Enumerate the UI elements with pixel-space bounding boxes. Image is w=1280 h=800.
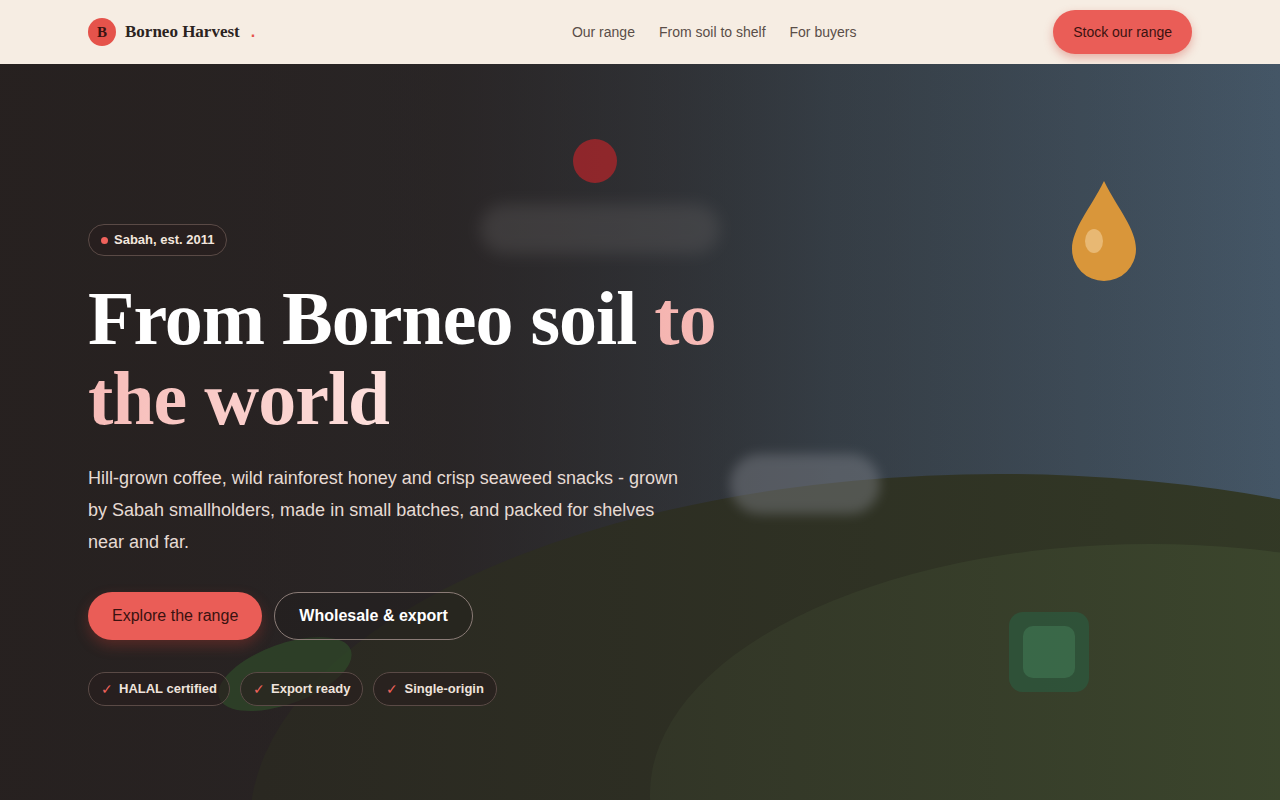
hero-content: Sabah, est. 2011 From Borneo soil to the …: [0, 64, 1280, 706]
trust-chip: ✓Export ready: [240, 672, 363, 706]
nav-link[interactable]: From soil to shelf: [659, 22, 766, 43]
nav-links: Our range From soil to shelf For buyers: [572, 22, 857, 43]
wholesale-button[interactable]: Wholesale & export: [274, 592, 472, 640]
brand-name: Borneo Harvest: [125, 19, 240, 45]
honey-drop-icon: [1070, 179, 1138, 283]
check-icon: ✓: [253, 679, 265, 700]
origin-badge: Sabah, est. 2011: [88, 224, 227, 256]
trust-chip: ✓HALAL certified: [88, 672, 230, 706]
stock-button[interactable]: Stock our range: [1053, 10, 1192, 54]
hero-description: Hill-grown coffee, wild rainforest honey…: [88, 462, 678, 558]
top-nav: B Borneo Harvest. Our range From soil to sh…: [0, 0, 1280, 64]
hero: Sabah, est. 2011 From Borneo soil to the …: [0, 64, 1280, 800]
logo[interactable]: B Borneo Harvest.: [88, 18, 255, 46]
brand-dot: .: [251, 20, 255, 44]
hero-title: From Borneo soil to the world: [88, 278, 788, 438]
trust-chips: ✓HALAL certified ✓Export ready ✓Single-ori…: [88, 672, 497, 706]
trust-chip: ✓Single-origin: [373, 672, 496, 706]
check-icon: ✓: [386, 679, 398, 700]
explore-button[interactable]: Explore the range: [88, 592, 262, 640]
nav-link[interactable]: For buyers: [790, 22, 857, 43]
nav-link[interactable]: Our range: [572, 22, 635, 43]
logo-badge: B: [88, 18, 116, 46]
hero-buttons: Explore the rangeWholesale & export: [88, 592, 473, 640]
check-icon: ✓: [101, 679, 113, 700]
seaweed-square-icon: [1009, 612, 1089, 692]
red-berry-icon: [573, 139, 617, 183]
page: B Borneo Harvest. Our range From soil to sh…: [0, 0, 1280, 800]
